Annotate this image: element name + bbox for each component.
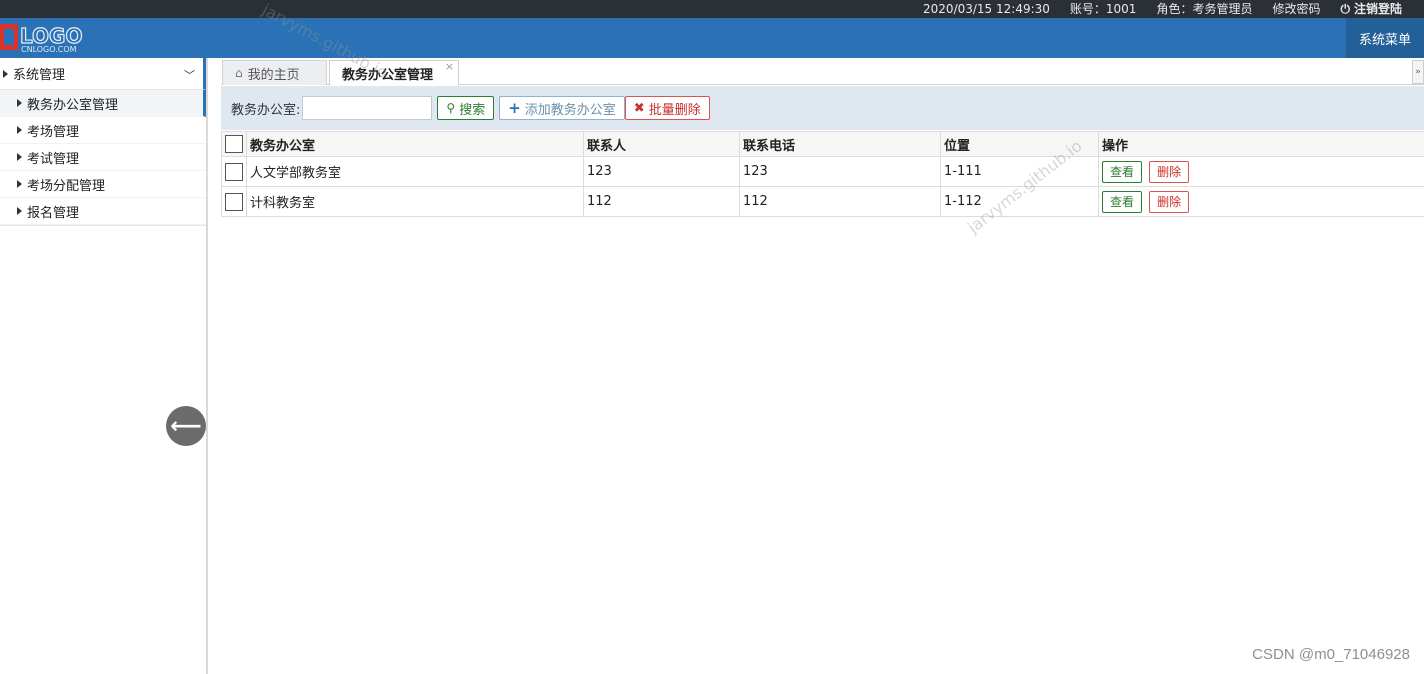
close-icon: ✖ xyxy=(633,100,645,116)
close-icon[interactable]: × xyxy=(445,60,454,73)
logout-link[interactable]: ⏻ 注销登陆 xyxy=(1340,0,1402,18)
power-icon: ⏻ xyxy=(1340,2,1350,16)
csdn-watermark: CSDN @m0_71046928 xyxy=(1252,646,1410,663)
sidebar-item-label: 考场分配管理 xyxy=(27,178,106,194)
sidebar-item-exam-management[interactable]: 考试管理 xyxy=(0,144,206,171)
column-header-actions: 操作 xyxy=(1098,131,1424,157)
sidebar: 系统管理 ﹀ 教务办公室管理 考场管理 考试管理 考场分配管理 报名管理 xyxy=(0,58,208,674)
system-menu-button[interactable]: 系统菜单 xyxy=(1346,18,1424,58)
cell-phone: 123 xyxy=(739,156,941,187)
role-info: 角色：考务管理员 xyxy=(1156,2,1253,16)
logout-label: 注销登陆 xyxy=(1353,2,1402,16)
logo: LOGO CNLOGO.COM xyxy=(0,22,112,54)
search-toolbar: 教务办公室: ⚲ 搜索 + 添加教务办公室 ✖ 批量删除 xyxy=(221,86,1424,130)
tab-label: 我的主页 xyxy=(247,67,300,83)
batch-delete-label: 批量删除 xyxy=(648,102,701,118)
logo-subtext: CNLOGO.COM xyxy=(21,45,77,54)
tab-scroll-right-button[interactable]: » xyxy=(1412,60,1424,84)
chevron-down-icon: ﹀ xyxy=(184,69,195,82)
row-select-cell xyxy=(221,156,247,187)
change-password-link[interactable]: 修改密码 xyxy=(1272,0,1320,18)
sidebar-item-label: 考场管理 xyxy=(27,124,80,140)
datetime: 2020/03/15 12:49:30 xyxy=(923,2,1050,16)
top-status-bar: 2020/03/15 12:49:30 账号：1001 角色：考务管理员 修改密… xyxy=(0,0,1424,18)
cell-contact: 123 xyxy=(583,156,740,187)
search-button[interactable]: ⚲ 搜索 xyxy=(437,96,495,120)
sidebar-group-label: 系统管理 xyxy=(13,68,66,83)
add-office-button[interactable]: + 添加教务办公室 xyxy=(499,96,625,120)
sidebar-item-registration-management[interactable]: 报名管理 xyxy=(0,198,206,225)
view-button[interactable]: 查看 xyxy=(1102,160,1143,183)
caret-right-icon xyxy=(3,69,8,78)
view-button[interactable]: 查看 xyxy=(1102,190,1143,213)
delete-button[interactable]: 删除 xyxy=(1149,160,1190,183)
search-icon: ⚲ xyxy=(446,101,456,115)
cell-location: 1-112 xyxy=(940,186,1099,217)
sidebar-item-label: 报名管理 xyxy=(27,205,80,221)
account-info: 账号：1001 xyxy=(1069,2,1137,16)
add-button-label: 添加教务办公室 xyxy=(524,102,616,118)
table-row: 人文学部教务室 123 123 1-111 查看 删除 xyxy=(221,156,1424,187)
row-select-cell xyxy=(221,186,247,217)
batch-delete-button[interactable]: ✖ 批量删除 xyxy=(624,96,710,120)
sidebar-group-system[interactable]: 系统管理 ﹀ xyxy=(0,58,206,90)
select-all-checkbox[interactable] xyxy=(225,135,243,153)
delete-button[interactable]: 删除 xyxy=(1149,190,1190,213)
office-search-input[interactable] xyxy=(302,96,433,120)
tab-label: 教务办公室管理 xyxy=(342,67,434,83)
search-label: 教务办公室: xyxy=(231,102,301,118)
collapse-sidebar-button[interactable]: ⟵ xyxy=(166,406,206,446)
sidebar-item-label: 教务办公室管理 xyxy=(27,97,119,113)
cell-location: 1-111 xyxy=(940,156,1099,187)
sidebar-item-office-management[interactable]: 教务办公室管理 xyxy=(0,90,206,117)
cell-actions: 查看 删除 xyxy=(1098,156,1424,187)
sidebar-item-label: 考试管理 xyxy=(27,151,80,167)
row-checkbox[interactable] xyxy=(225,192,243,211)
home-icon: ⌂ xyxy=(235,66,243,80)
search-button-label: 搜索 xyxy=(459,102,486,118)
caret-right-icon xyxy=(17,126,22,134)
column-header-phone[interactable]: 联系电话 xyxy=(739,131,941,157)
cell-actions: 查看 删除 xyxy=(1098,186,1424,217)
office-table: 教务办公室 联系人 联系电话 位置 操作 人文学部教务室 123 123 1-1… xyxy=(221,131,1424,217)
table-row: 计科教务室 112 112 1-112 查看 删除 xyxy=(221,186,1424,217)
table-header-row: 教务办公室 联系人 联系电话 位置 操作 xyxy=(221,131,1424,157)
column-header-office[interactable]: 教务办公室 xyxy=(246,131,584,157)
tab-bar: ⌂ 我的主页 教务办公室管理 × » xyxy=(221,58,1424,86)
tab-office-management[interactable]: 教务办公室管理 × xyxy=(329,60,459,86)
sidebar-item-room-allocation[interactable]: 考场分配管理 xyxy=(0,171,206,198)
caret-right-icon xyxy=(17,99,22,107)
column-header-location[interactable]: 位置 xyxy=(940,131,1099,157)
cell-office: 人文学部教务室 xyxy=(246,156,584,187)
caret-right-icon xyxy=(17,153,22,161)
cell-phone: 112 xyxy=(739,186,941,217)
row-checkbox[interactable] xyxy=(225,162,243,181)
sidebar-item-exam-room-management[interactable]: 考场管理 xyxy=(0,117,206,144)
divider xyxy=(0,225,206,226)
arrow-left-icon: ⟵ xyxy=(170,413,202,439)
plus-icon: + xyxy=(508,99,521,117)
header: LOGO CNLOGO.COM 系统菜单 xyxy=(0,18,1424,58)
tab-home[interactable]: ⌂ 我的主页 xyxy=(222,60,327,85)
cell-office: 计科教务室 xyxy=(246,186,584,217)
caret-right-icon xyxy=(17,180,22,188)
column-header-contact[interactable]: 联系人 xyxy=(583,131,740,157)
caret-right-icon xyxy=(17,207,22,215)
select-all-cell xyxy=(221,131,247,157)
cell-contact: 112 xyxy=(583,186,740,217)
double-chevron-right-icon: » xyxy=(1415,67,1421,77)
